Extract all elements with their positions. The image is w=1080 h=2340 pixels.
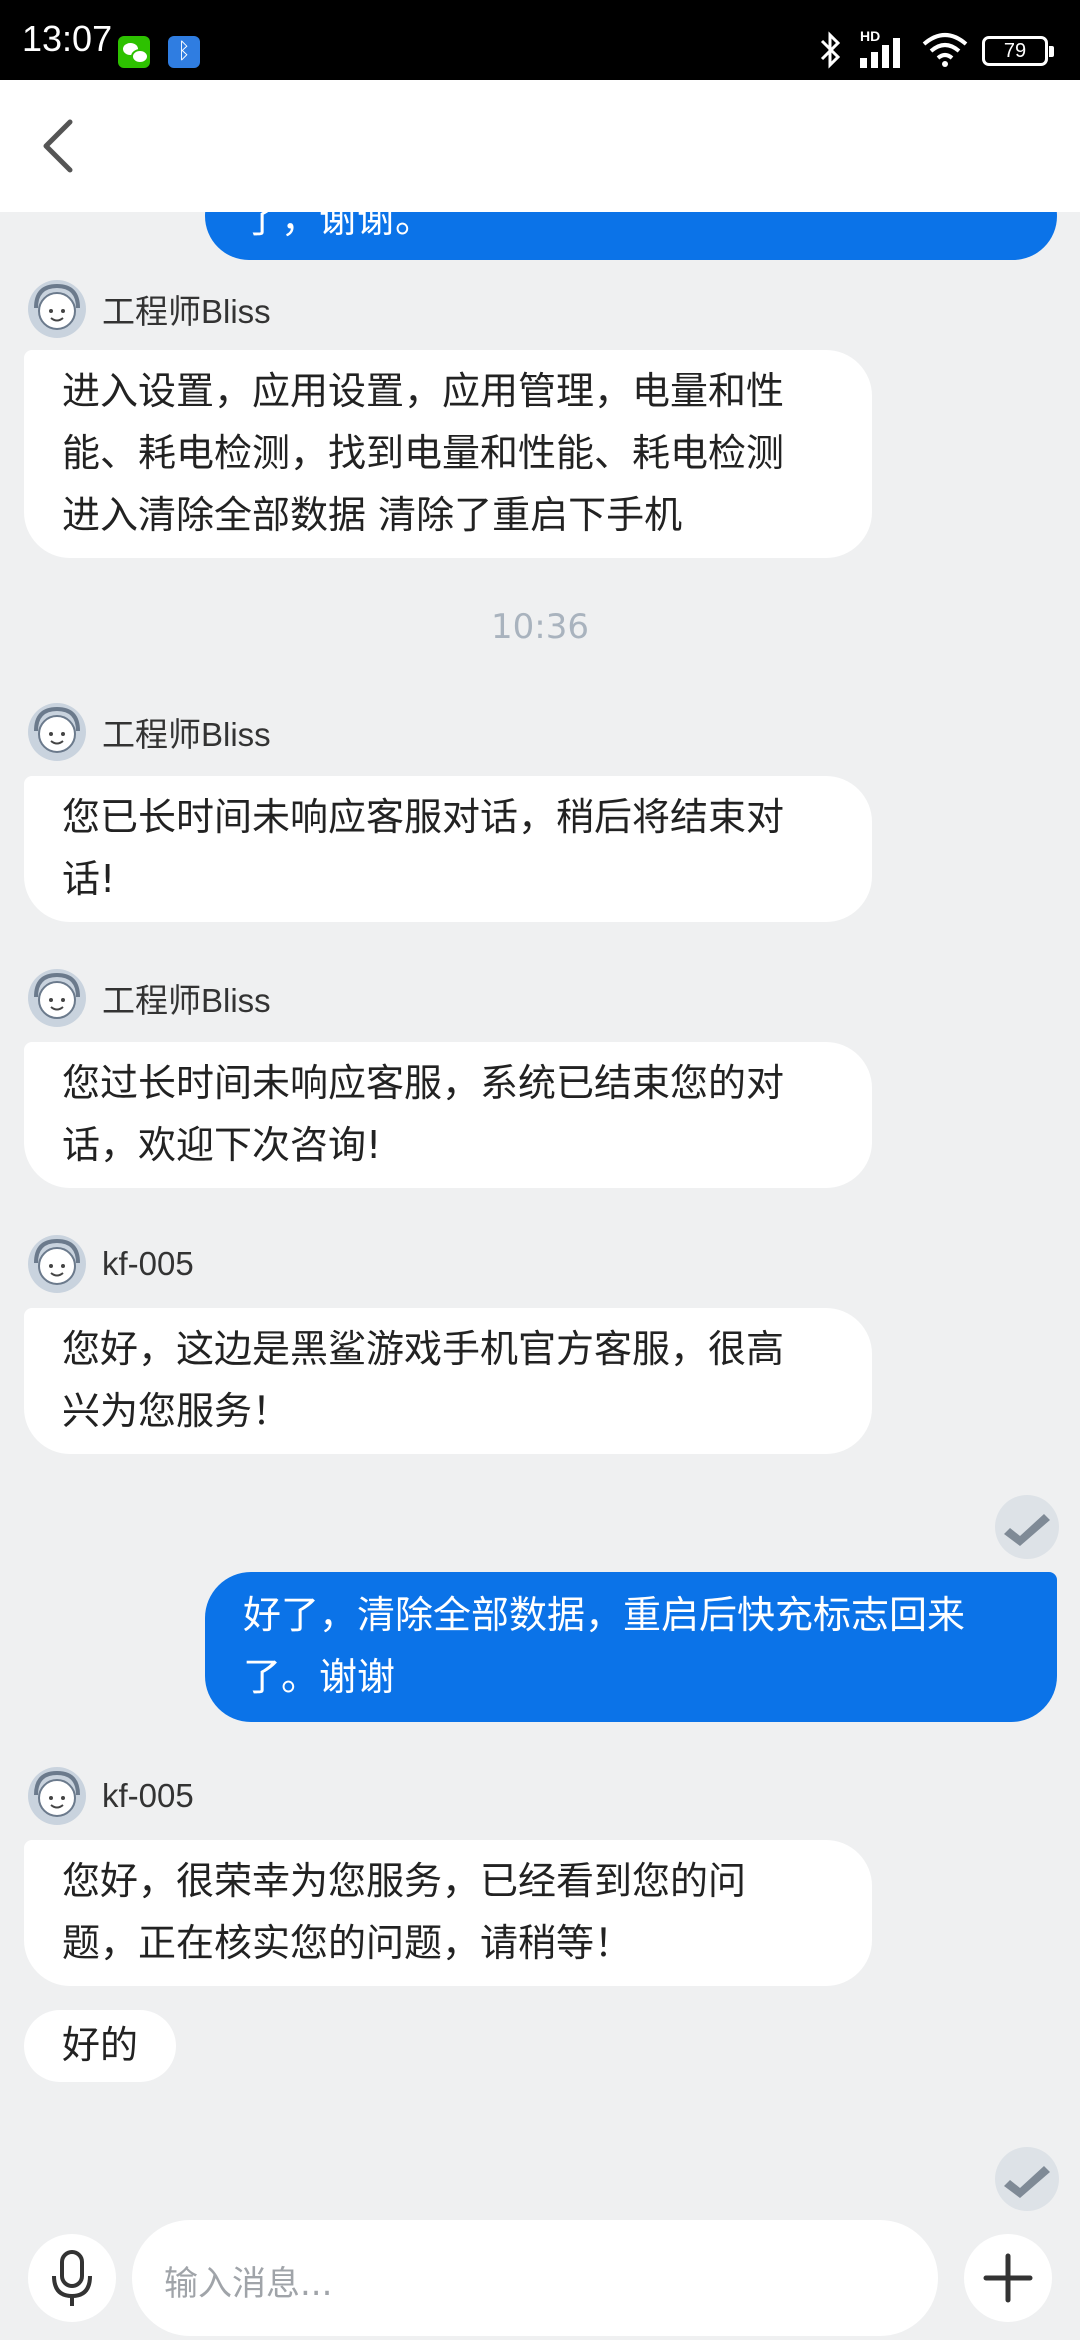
- message-line: 话!: [62, 857, 116, 901]
- agent-avatar-icon: [28, 1767, 86, 1825]
- sender-row: 工程师Bliss: [26, 278, 271, 340]
- bluetooth-icon: [820, 31, 841, 69]
- message-line: 能、耗电检测，找到电量和性能、耗电检测: [62, 431, 785, 475]
- battery-level: 79: [1003, 40, 1027, 62]
- message-line: 您过长时间未响应客服，系统已结束您的对: [62, 1061, 785, 1105]
- message-line: 好的: [62, 2023, 139, 2067]
- sender-name: 工程师Bliss: [102, 293, 271, 330]
- wechat-notification-icon: [118, 36, 150, 68]
- message-line: 进入设置，应用设置，应用管理，电量和性: [62, 369, 785, 413]
- battery-indicator: 79: [982, 36, 1054, 66]
- message-input[interactable]: 输入消息...: [132, 2220, 1044, 2336]
- sender-name: kf-005: [102, 1245, 194, 1282]
- status-bar: 13:07 ᛒ HD 79: [0, 0, 1080, 80]
- user-message-bubble: 了，谢谢。: [205, 212, 1057, 260]
- agent-avatar-icon: [28, 280, 86, 338]
- signal-icon: [860, 38, 900, 68]
- sender-row: kf-005: [26, 1233, 194, 1295]
- agent-message-bubble: 您已长时间未响应客服对话，稍后将结束对 话!: [24, 776, 872, 922]
- agent-avatar-icon: [28, 969, 86, 1027]
- agent-avatar-icon: [28, 1235, 86, 1293]
- status-time: 13:07: [22, 18, 113, 59]
- message-line: 兴为您服务！: [62, 1389, 291, 1433]
- sender-name: kf-005: [102, 1777, 194, 1814]
- user-avatar-icon: [995, 1495, 1059, 1559]
- message-line: 了。谢谢: [243, 1655, 396, 1699]
- plus-icon: [983, 2253, 1033, 2303]
- back-arrow-icon[interactable]: [30, 110, 100, 180]
- message-line: 好了，清除全部数据，重启后快充标志回来: [243, 1593, 966, 1637]
- chat-header: [0, 80, 1080, 212]
- agent-message-bubble: 好的: [24, 2010, 177, 2082]
- agent-message-bubble: 进入设置，应用设置，应用管理，电量和性 能、耗电检测，找到电量和性能、耗电检测 …: [24, 350, 872, 558]
- user-message-bubble: 好了，清除全部数据，重启后快充标志回来 了。谢谢: [205, 1572, 1057, 1722]
- message-line: 话，欢迎下次咨询!: [62, 1123, 382, 1167]
- message-line: 您已长时间未响应客服对话，稍后将结束对: [62, 795, 785, 839]
- sender-name: 工程师Bliss: [102, 716, 271, 753]
- message-line: 了，谢谢。: [243, 212, 434, 241]
- message-line: 您好，很荣幸为您服务，已经看到您的问: [62, 1859, 747, 1903]
- voice-input-button[interactable]: [28, 2234, 116, 2322]
- message-input-placeholder: 输入消息...: [164, 2264, 333, 2304]
- sender-name: 工程师Bliss: [102, 982, 271, 1019]
- more-options-button[interactable]: [964, 2234, 1052, 2322]
- agent-message-bubble: 您过长时间未响应客服，系统已结束您的对 话，欢迎下次咨询!: [24, 1042, 872, 1188]
- microphone-icon: [52, 2250, 92, 2306]
- user-avatar-icon: [995, 2147, 1059, 2211]
- bluetooth-app-notification-icon: ᛒ: [168, 36, 200, 68]
- message-timestamp: 10:36: [491, 607, 589, 647]
- chat-history[interactable]: 了，谢谢。 工程师Bliss 进入设置，应用设置，应用管理，电量和性 能、耗电检…: [0, 212, 1080, 2212]
- sender-row: 工程师Bliss: [26, 967, 271, 1029]
- agent-message-bubble: 您好，这边是黑鲨游戏手机官方客服，很高 兴为您服务！: [24, 1308, 872, 1454]
- message-line: 题，正在核实您的问题，请稍等！: [62, 1921, 633, 1965]
- input-bar: 输入消息...: [0, 2212, 1080, 2340]
- wifi-icon: [922, 33, 968, 67]
- message-line: 您好，这边是黑鲨游戏手机官方客服，很高: [62, 1327, 785, 1371]
- message-line: 进入清除全部数据 清除了重启下手机: [62, 493, 683, 537]
- agent-message-bubble: 您好，很荣幸为您服务，已经看到您的问 题，正在核实您的问题，请稍等！: [24, 1840, 872, 1986]
- agent-avatar-icon: [28, 703, 86, 761]
- sender-row: kf-005: [26, 1765, 194, 1827]
- sender-row: 工程师Bliss: [26, 701, 271, 763]
